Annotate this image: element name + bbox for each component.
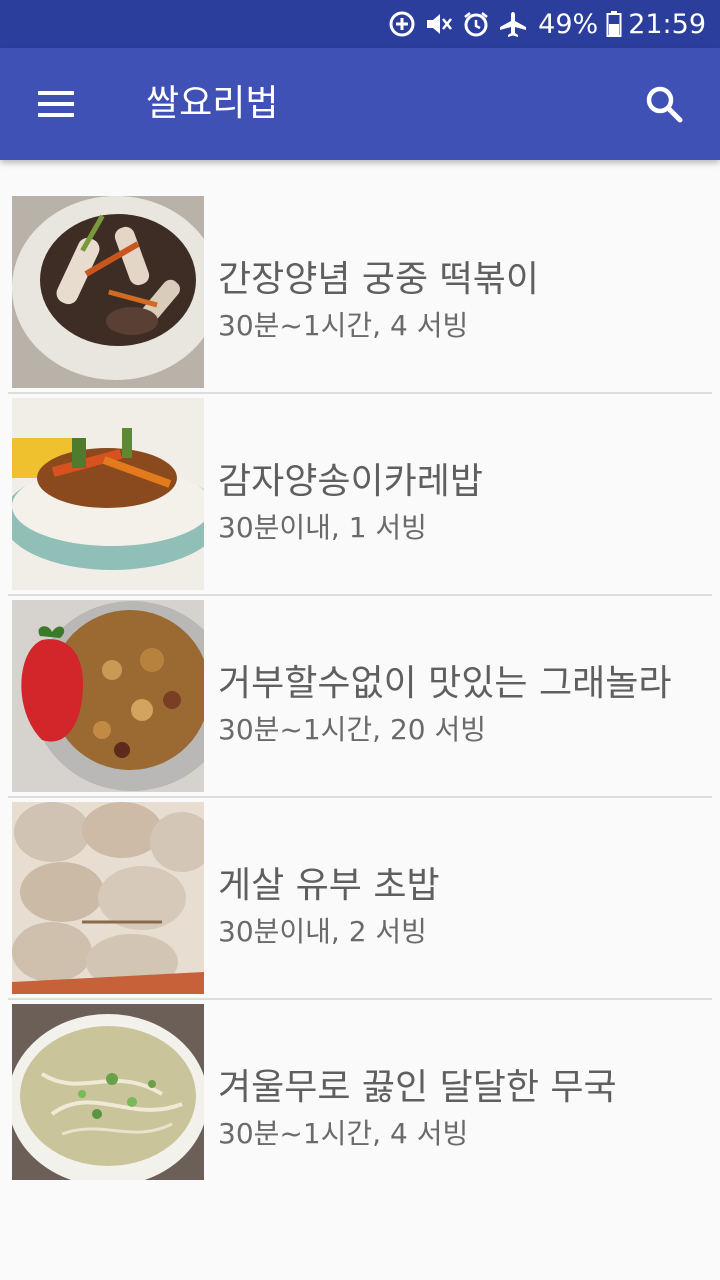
status-bar: 49% 21:59 [0, 0, 720, 48]
app-bar: 쌀요리법 [0, 48, 720, 160]
recipe-title: 겨울무로 끓인 달달한 무국 [218, 1067, 617, 1108]
recipe-item[interactable]: 겨울무로 끓인 달달한 무국 30분~1시간, 4 서빙 [8, 970, 712, 1180]
recipe-meta: 30분~1시간, 20 서빙 [218, 713, 487, 746]
data-saver-icon [388, 10, 416, 38]
recipe-thumbnail [12, 802, 204, 994]
search-button[interactable] [628, 68, 700, 140]
recipe-thumbnail [12, 398, 204, 590]
airplane-icon [498, 10, 528, 38]
recipe-title: 게살 유부 초밥 [218, 865, 440, 906]
recipe-thumbnail [12, 196, 204, 388]
battery-icon [606, 10, 622, 38]
recipe-meta: 30분~1시간, 4 서빙 [218, 1117, 469, 1150]
recipe-item[interactable]: 간장양념 궁중 떡볶이 30분~1시간, 4 서빙 [8, 162, 712, 388]
recipe-meta: 30분이내, 2 서빙 [218, 915, 427, 948]
recipe-title: 간장양념 궁중 떡볶이 [218, 259, 539, 300]
recipe-item[interactable]: 감자양송이카레밥 30분이내, 1 서빙 [8, 364, 712, 590]
menu-button[interactable] [20, 68, 92, 140]
app-title: 쌀요리법 [146, 83, 279, 124]
recipe-thumbnail [12, 600, 204, 792]
recipe-thumbnail [12, 1004, 204, 1180]
battery-percent: 49% [538, 8, 599, 40]
recipe-meta: 30분이내, 1 서빙 [218, 511, 427, 544]
menu-icon [38, 91, 74, 117]
recipe-title: 감자양송이카레밥 [218, 461, 483, 502]
recipe-item[interactable]: 게살 유부 초밥 30분이내, 2 서빙 [8, 768, 712, 994]
recipe-item[interactable]: 거부할수없이 맛있는 그래놀라 30분~1시간, 20 서빙 [8, 566, 712, 792]
mute-icon [424, 10, 454, 38]
clock: 21:59 [628, 8, 706, 40]
alarm-icon [462, 10, 490, 38]
search-icon [646, 86, 683, 123]
recipe-title: 거부할수없이 맛있는 그래놀라 [218, 663, 672, 704]
recipe-meta: 30분~1시간, 4 서빙 [218, 309, 469, 342]
